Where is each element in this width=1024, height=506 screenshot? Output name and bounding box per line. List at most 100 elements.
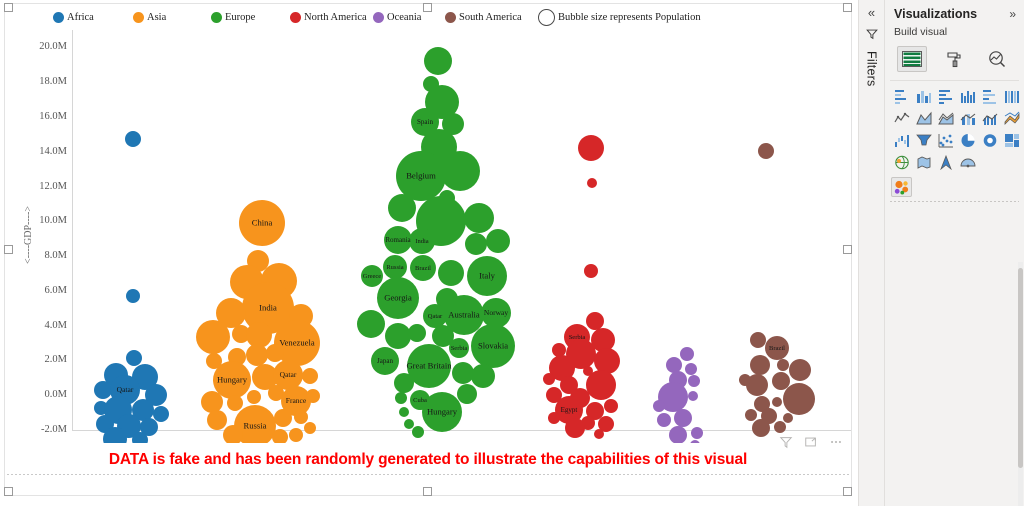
report-canvas[interactable]: Africa Asia Europe North America Oceania Sout… <box>0 0 858 506</box>
bubble[interactable] <box>438 260 464 286</box>
map-button[interactable] <box>891 152 912 172</box>
legend-item-africa[interactable]: Africa <box>53 11 94 23</box>
bubble[interactable] <box>552 343 566 357</box>
bubble[interactable] <box>594 348 620 374</box>
bubble[interactable] <box>586 312 604 330</box>
line-stacked-column-button[interactable] <box>957 108 978 128</box>
bubble[interactable] <box>750 355 770 375</box>
bubble[interactable] <box>543 373 555 385</box>
bubble[interactable] <box>685 363 697 375</box>
bubble[interactable] <box>604 399 618 413</box>
bubble[interactable] <box>471 364 495 388</box>
visual-type-gallery[interactable] <box>885 81 1024 174</box>
bubble[interactable] <box>653 400 665 412</box>
bubble[interactable] <box>691 427 703 439</box>
hundred-percent-stacked-bar-button[interactable] <box>979 86 1000 106</box>
bubble[interactable] <box>274 409 292 427</box>
stacked-column-chart-button[interactable] <box>913 86 934 106</box>
hundred-percent-stacked-column-button[interactable] <box>1001 86 1022 106</box>
bubble[interactable] <box>688 391 698 401</box>
bubble[interactable] <box>304 422 316 434</box>
scatter-chart-button[interactable] <box>935 130 956 150</box>
bubble[interactable] <box>584 264 598 278</box>
bubble[interactable] <box>752 419 770 437</box>
donut-chart-button[interactable] <box>979 130 1000 150</box>
filters-rail[interactable]: « Filters <box>858 0 884 506</box>
bubble[interactable] <box>565 418 585 438</box>
field-wells[interactable] <box>885 202 1024 206</box>
bubble[interactable] <box>408 324 426 342</box>
bubble[interactable] <box>294 410 308 424</box>
bubble-group-south-america[interactable]: Brazil <box>739 143 815 437</box>
bubble-group-asia[interactable]: China India Venezuela Hungary Qatar France Rus… <box>196 200 320 443</box>
line-clustered-column-button[interactable] <box>979 108 1000 128</box>
bubble[interactable] <box>680 347 694 361</box>
expand-pane-icon[interactable]: » <box>1009 7 1016 21</box>
area-chart-button[interactable] <box>913 108 934 128</box>
bubble-group-africa[interactable]: Qatar <box>94 131 169 443</box>
line-chart-button[interactable] <box>891 108 912 128</box>
beeswarm-bubbles[interactable]: Qatar China India Venezuela Hungary Qatar Fran… <box>5 28 851 443</box>
bubble[interactable] <box>452 362 474 384</box>
legend-item-north-america[interactable]: North America <box>290 11 367 23</box>
filled-map-button[interactable] <box>913 152 934 172</box>
bubble[interactable] <box>440 151 480 191</box>
bubble[interactable] <box>246 322 272 348</box>
bubble[interactable] <box>399 407 409 417</box>
bubble[interactable] <box>587 178 597 188</box>
bubble-group-oceania[interactable] <box>653 347 703 443</box>
filter-funnel-icon[interactable] <box>865 27 879 41</box>
bubble[interactable] <box>774 421 786 433</box>
bubble[interactable] <box>548 412 560 424</box>
bubble[interactable] <box>126 350 142 366</box>
bubble[interactable] <box>465 233 487 255</box>
bubble[interactable] <box>125 131 141 147</box>
resize-handle-bottom-right[interactable] <box>843 487 852 496</box>
clustered-bar-chart-button[interactable] <box>935 86 956 106</box>
visual-mode-switcher[interactable] <box>885 41 1024 75</box>
treemap-button[interactable] <box>1001 130 1022 150</box>
bubble[interactable] <box>772 397 782 407</box>
bubble[interactable] <box>126 289 140 303</box>
bubble[interactable] <box>94 381 112 399</box>
bubble[interactable] <box>196 320 230 354</box>
ribbon-chart-button[interactable] <box>1001 108 1022 128</box>
bubble[interactable] <box>789 359 811 381</box>
arcgis-map-button[interactable] <box>935 152 956 172</box>
bubble[interactable] <box>586 370 616 400</box>
bubble[interactable] <box>486 229 510 253</box>
legend-item-asia[interactable]: Asia <box>133 11 166 23</box>
bubble[interactable] <box>758 143 774 159</box>
bubble[interactable] <box>395 392 407 404</box>
beeswarm-visual-container[interactable]: Africa Asia Europe North America Oceania Sout… <box>4 3 852 496</box>
bubble[interactable] <box>153 406 169 422</box>
bubble[interactable] <box>690 440 700 443</box>
bubble[interactable] <box>674 409 692 427</box>
bubble[interactable] <box>302 368 318 384</box>
bubble[interactable] <box>424 47 452 75</box>
legend-item-south-america[interactable]: South America <box>445 11 522 23</box>
bubble-group-europe[interactable]: Spain Belgium Romania India Russia Brazil Gree… <box>357 47 515 438</box>
resize-handle-bottom-center[interactable] <box>423 487 432 496</box>
bubble[interactable] <box>464 203 494 233</box>
pane-scrollbar-thumb[interactable] <box>1018 268 1023 468</box>
bubble[interactable] <box>227 395 243 411</box>
bubble[interactable] <box>594 429 604 439</box>
bubble[interactable] <box>357 310 385 338</box>
build-visual-mode-button[interactable] <box>897 46 928 72</box>
bubble[interactable] <box>657 413 671 427</box>
filter-icon[interactable] <box>779 435 793 449</box>
bubble[interactable] <box>772 372 790 390</box>
pie-chart-button[interactable] <box>957 130 978 150</box>
format-visual-mode-button[interactable] <box>939 46 969 72</box>
bubble[interactable] <box>666 357 682 373</box>
analytics-mode-button[interactable] <box>982 46 1012 72</box>
bubble-group-north-america[interactable]: Serbia Egypt <box>543 135 620 439</box>
bubble[interactable] <box>394 373 414 393</box>
bubble[interactable] <box>750 332 766 348</box>
legend-item-oceania[interactable]: Oceania <box>373 11 421 23</box>
bubble[interactable] <box>246 344 268 366</box>
visualizations-pane[interactable]: Visualizations » Build visual <box>884 0 1024 506</box>
focus-mode-icon[interactable] <box>804 435 818 449</box>
bubble[interactable] <box>207 410 227 430</box>
